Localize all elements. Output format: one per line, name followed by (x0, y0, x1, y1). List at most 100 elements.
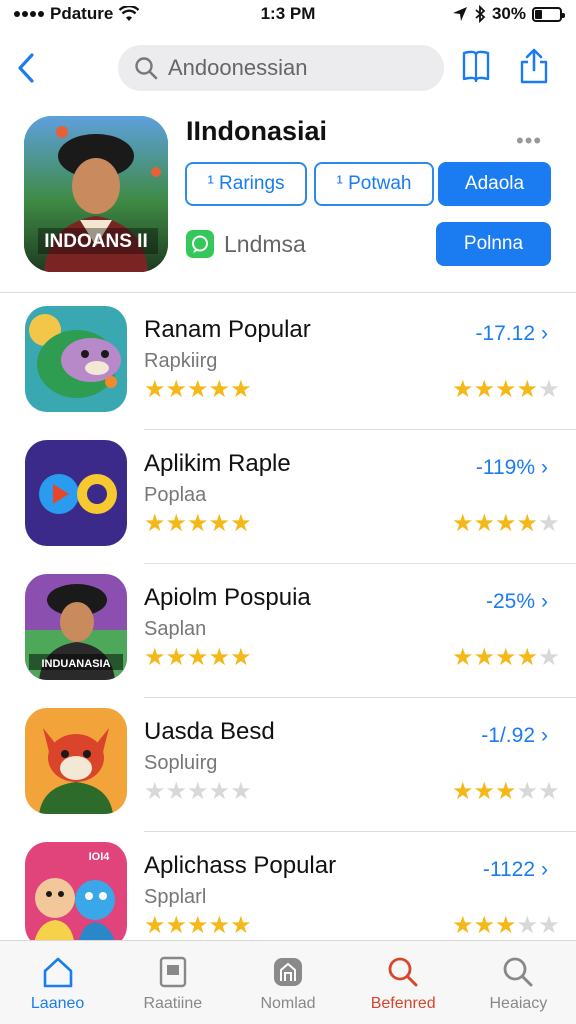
list-item-subtitle: Poplaa (144, 484, 207, 506)
star-icon: ★ (208, 510, 231, 537)
tab-home[interactable]: Laaneo (0, 941, 115, 1024)
star-icon: ★ (516, 644, 539, 671)
star-icon: ★ (187, 376, 209, 403)
list-item-value-text: -1122 (482, 858, 535, 881)
app-list: Ranam Popular Rapkiirg ★ ★ ★ ★ ★ ★ ★ ★ ★ ★ -17.1… (0, 296, 576, 966)
list-item[interactable]: INDUANASIA Apiolm Pospuia Saplan ★ ★ ★ ★ ★ ★… (0, 564, 576, 698)
star-icon: ★ (165, 778, 188, 805)
star-icon: ★ (208, 778, 231, 805)
rating-stars: ★ ★ ★ ★ ★ (144, 646, 252, 670)
rating-stars: ★ ★ ★ ★ ★ (144, 780, 252, 804)
list-item[interactable]: Uasda Besd Sopluirg ★ ★ ★ ★ ★ ★ ★ ★ ★ ★ -1/.92 › (0, 698, 576, 832)
app-icon-otter (25, 306, 127, 412)
carrier-label: Pdature (50, 4, 114, 23)
secondary-rating-stars: ★ ★ ★ ★ ★ (452, 378, 560, 402)
tab-label: Laaneo (30, 995, 85, 1012)
star-icon: ★ (495, 644, 517, 671)
chevron-right-icon: › (541, 456, 548, 479)
more-icon[interactable]: ••• (516, 128, 542, 154)
message-icon (186, 230, 214, 258)
list-item[interactable]: Ranam Popular Rapkiirg ★ ★ ★ ★ ★ ★ ★ ★ ★ ★ -17.1… (0, 296, 576, 430)
app-header: INDOANS II IIndonasiai ••• ¹ Rarings ¹ P… (0, 112, 576, 290)
search-icon (388, 957, 418, 987)
list-item-subtitle: Saplan (144, 618, 207, 640)
rating-stars: ★ ★ ★ ★ ★ (144, 914, 252, 938)
tab-label: Befenred (370, 995, 436, 1012)
tab-store[interactable]: Nomlad (230, 941, 345, 1024)
list-item[interactable]: Aplikim Raple Poplaa ★ ★ ★ ★ ★ ★ ★ ★ ★ ★ -119% › (0, 430, 576, 564)
app-icon-fox (25, 708, 127, 814)
secondary-action-button[interactable]: Polnna (436, 222, 551, 266)
app-icon-kids: IOI4 (25, 842, 127, 948)
star-icon: ★ (230, 510, 252, 537)
star-icon: ★ (473, 912, 496, 939)
app-title: IIndonasiai (186, 116, 328, 146)
list-item-value: -25% › (486, 590, 548, 614)
message-label: Lndmsa (224, 230, 306, 257)
list-item-title: Uasda Besd (144, 718, 275, 745)
bookmark-button[interactable] (456, 46, 496, 86)
star-icon: ★ (452, 912, 474, 939)
list-item-subtitle: Sopluirg (144, 752, 218, 774)
star-icon: ★ (452, 376, 474, 403)
star-icon: ★ (473, 376, 496, 403)
back-button[interactable] (16, 46, 52, 90)
star-icon: ★ (187, 644, 209, 671)
search-input[interactable]: Andoonessian (118, 45, 444, 91)
ratings-button[interactable]: ¹ Rarings (185, 162, 307, 206)
star-icon: ★ (538, 912, 560, 939)
status-time: 1:3 PM (260, 4, 316, 23)
chevron-left-icon (18, 53, 34, 83)
star-icon: ★ (165, 376, 188, 403)
star-icon: ★ (230, 644, 252, 671)
secondary-rating-stars: ★ ★ ★ ★ ★ (452, 512, 560, 536)
star-icon: ★ (165, 510, 188, 537)
star-icon: ★ (495, 510, 517, 537)
star-icon: ★ (230, 778, 252, 805)
search-header: Andoonessian (0, 40, 576, 96)
share-button[interactable] (514, 46, 554, 86)
search-query: Andoonessian (168, 55, 308, 80)
home-icon (43, 957, 72, 988)
secondary-rating-stars: ★ ★ ★ ★ ★ (452, 914, 560, 938)
message-row[interactable]: Lndmsa (186, 230, 306, 258)
tab-search[interactable]: Heaiacy (461, 941, 576, 1024)
app-icon[interactable]: INDOANS II (24, 116, 168, 272)
search-icon (504, 957, 533, 987)
star-icon: ★ (144, 912, 166, 939)
star-icon: ★ (538, 376, 560, 403)
section-divider (0, 292, 576, 293)
app-icon-label: INDOANS II (44, 231, 147, 252)
star-icon: ★ (187, 510, 209, 537)
list-item-title: Aplichass Popular (144, 852, 337, 879)
tab-search-red[interactable]: Befenred (346, 941, 461, 1024)
battery-percent: 30% (491, 4, 526, 23)
bluetooth-icon (475, 5, 486, 23)
star-icon: ★ (165, 912, 188, 939)
secondary-rating-stars: ★ ★ ★ ★ ★ (452, 646, 560, 670)
list-item-title: Ranam Popular (144, 316, 311, 343)
star-icon: ★ (208, 644, 231, 671)
star-icon: ★ (495, 376, 517, 403)
secondary-outline-button[interactable]: ¹ Potwah (314, 162, 434, 206)
app-icon-label: IOI4 (89, 851, 111, 863)
tab-label: Raatiine (143, 995, 203, 1012)
star-icon: ★ (516, 912, 539, 939)
star-icon: ★ (473, 644, 496, 671)
signal-icon (14, 11, 44, 17)
primary-action-button[interactable]: Adaola (438, 162, 551, 206)
star-icon: ★ (538, 644, 560, 671)
location-icon (452, 7, 467, 21)
star-icon: ★ (538, 778, 560, 805)
app-icon-portrait: INDUANASIA (25, 574, 127, 680)
list-item-value: -1122 › (483, 858, 548, 882)
list-item-value: -119% › (476, 456, 548, 480)
status-bar: Pdature 1:3 PM 30% (0, 0, 576, 28)
app-icon-media (25, 440, 127, 546)
device-icon (159, 956, 186, 988)
share-icon (520, 48, 548, 84)
tab-device[interactable]: Raatiine (115, 941, 230, 1024)
tab-label: Heaiacy (489, 995, 548, 1012)
list-item-value-text: -17.12 (475, 322, 535, 345)
chevron-right-icon: › (541, 590, 548, 613)
